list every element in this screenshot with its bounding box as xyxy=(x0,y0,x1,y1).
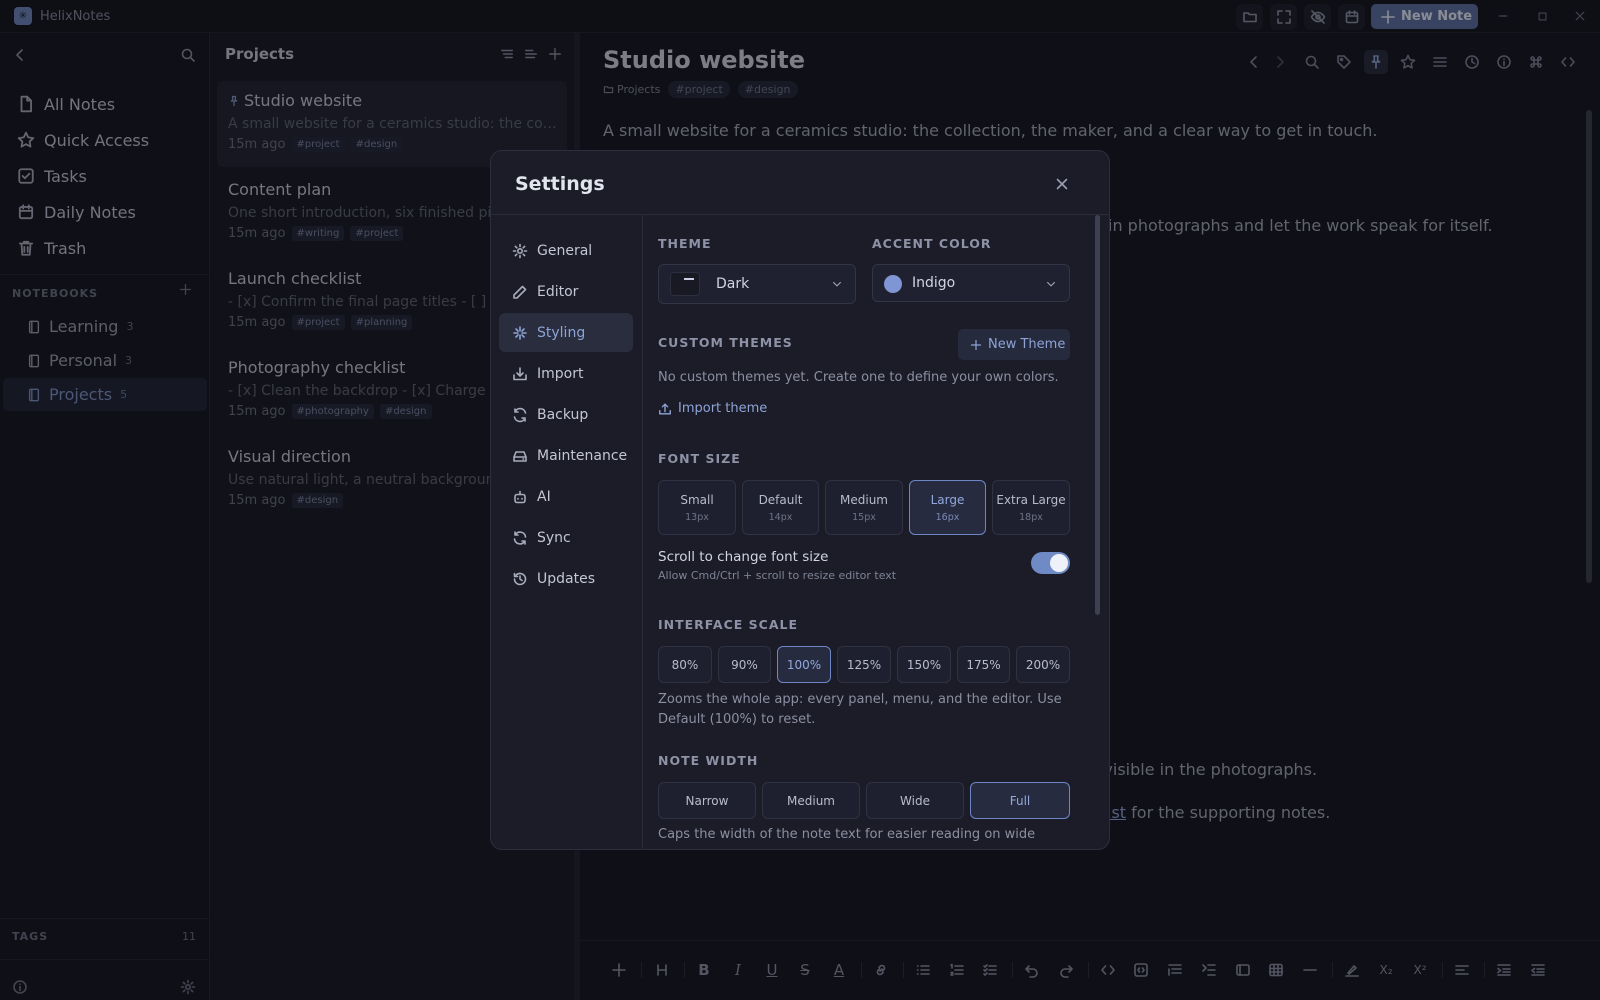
plus-icon xyxy=(970,339,982,350)
note-width-option-label: Wide xyxy=(900,793,930,808)
theme-label: THEME xyxy=(658,236,712,251)
note-width-label: NOTE WIDTH xyxy=(658,753,759,768)
scale-option-125[interactable]: 125% xyxy=(837,646,891,683)
toggle-knob xyxy=(1050,554,1068,572)
scale-option-90[interactable]: 90% xyxy=(718,646,771,683)
pencil-icon xyxy=(513,285,527,299)
scale-option-label: 80% xyxy=(671,657,699,672)
font-size-option-px: 18px xyxy=(1019,511,1043,523)
import-theme-label: Import theme xyxy=(678,401,768,416)
font-size-option-px: 16px xyxy=(935,511,960,523)
note-width-option-medium[interactable]: Medium xyxy=(762,782,860,819)
font-size-option-px: 14px xyxy=(768,511,793,523)
note-width-option-label: Narrow xyxy=(685,793,729,808)
settings-nav-maintenance[interactable]: Maintenance xyxy=(499,436,633,475)
chevron-down-icon xyxy=(1047,281,1055,287)
settings-nav-label: Styling xyxy=(537,324,586,341)
note-width-option-label: Medium xyxy=(787,793,835,808)
scale-option-175[interactable]: 175% xyxy=(957,646,1010,683)
drive-icon xyxy=(513,450,527,462)
theme-value: Dark xyxy=(716,276,750,292)
scale-option-label: 175% xyxy=(966,657,1001,672)
font-size-label: FONT SIZE xyxy=(658,451,741,466)
settings-nav-label: Updates xyxy=(537,570,595,587)
scale-option-label: 125% xyxy=(846,657,882,672)
settings-nav-label: Backup xyxy=(537,406,589,423)
settings-scrollbar[interactable] xyxy=(1095,215,1100,615)
note-width-option-wide[interactable]: Wide xyxy=(866,782,964,819)
new-theme-button[interactable]: New Theme xyxy=(958,329,1070,360)
font-size-option-large[interactable]: Large 16px xyxy=(909,480,986,535)
backup-icon xyxy=(513,407,527,422)
scale-option-label: 100% xyxy=(786,657,822,672)
font-size-option-small[interactable]: Small 13px xyxy=(658,480,736,535)
settings-nav-label: General xyxy=(537,242,593,259)
custom-themes-label: CUSTOM THEMES xyxy=(658,335,793,350)
import-theme-link[interactable]: Import theme xyxy=(658,401,767,416)
settings-nav: General Editor Styling Import Backup Mai… xyxy=(491,215,643,849)
scale-option-100[interactable]: 100% xyxy=(777,646,831,683)
new-theme-label: New Theme xyxy=(988,337,1066,352)
note-width-option-full[interactable]: Full xyxy=(970,782,1070,819)
settings-nav-label: Editor xyxy=(537,283,579,300)
settings-nav-updates[interactable]: Updates xyxy=(499,559,633,598)
font-size-option-medium[interactable]: Medium 15px xyxy=(825,480,903,535)
accent-color-label: ACCENT COLOR xyxy=(872,236,992,251)
settings-nav-editor[interactable]: Editor xyxy=(499,272,633,311)
theme-swatch-icon xyxy=(670,272,700,296)
font-size-option-px: 15px xyxy=(852,511,876,523)
chevron-down-icon xyxy=(833,281,841,287)
history-icon xyxy=(513,572,527,585)
scroll-font-size-toggle[interactable] xyxy=(1031,552,1070,574)
settings-nav-label: Sync xyxy=(537,529,571,546)
settings-nav-backup[interactable]: Backup xyxy=(499,395,633,434)
interface-scale-desc: Zooms the whole app: every panel, menu, … xyxy=(658,692,1062,727)
note-width-option-narrow[interactable]: Narrow xyxy=(658,782,756,819)
note-width-option-label: Full xyxy=(1009,793,1031,808)
accent-swatch-icon xyxy=(884,275,902,293)
scale-option-200[interactable]: 200% xyxy=(1016,646,1070,683)
accent-value: Indigo xyxy=(912,275,956,291)
font-size-option-label: Extra Large xyxy=(996,492,1066,507)
accent-color-select[interactable]: Indigo xyxy=(872,264,1070,302)
font-size-option-label: Medium xyxy=(840,492,888,507)
font-size-option-label: Default xyxy=(758,492,803,507)
font-size-option-default[interactable]: Default 14px xyxy=(742,480,819,535)
settings-nav-label: Import xyxy=(537,365,584,382)
font-size-option-px: 13px xyxy=(685,511,709,523)
settings-nav-label: Maintenance xyxy=(537,447,628,464)
robot-icon xyxy=(514,490,526,503)
settings-nav-general[interactable]: General xyxy=(499,231,633,270)
sync-icon xyxy=(513,530,527,545)
font-size-option-extra-large[interactable]: Extra Large 18px xyxy=(992,480,1070,535)
import-icon xyxy=(513,366,527,380)
settings-dialog: Settings General Editor Styling Import B… xyxy=(490,150,1110,850)
font-size-option-label: Large xyxy=(930,492,965,507)
dialog-title: Settings xyxy=(515,173,605,195)
custom-themes-empty: No custom themes yet. Create one to defi… xyxy=(658,370,1059,385)
settings-nav-ai[interactable]: AI xyxy=(499,477,633,516)
upload-icon xyxy=(659,402,671,415)
note-width-desc: Caps the width of the note text for easi… xyxy=(658,827,1036,842)
theme-select[interactable]: Dark xyxy=(658,264,856,304)
settings-content: THEME Dark ACCENT COLOR Indigo CUSTOM TH… xyxy=(644,215,1109,849)
interface-scale-label: INTERFACE SCALE xyxy=(658,617,798,632)
scale-option-150[interactable]: 150% xyxy=(897,646,951,683)
scale-option-80[interactable]: 80% xyxy=(658,646,712,683)
settings-nav-import[interactable]: Import xyxy=(499,354,633,393)
sparkle-icon xyxy=(513,325,527,340)
scale-option-label: 90% xyxy=(731,657,758,672)
scroll-font-size-desc: Allow Cmd/Ctrl + scroll to resize editor… xyxy=(658,569,897,582)
settings-nav-styling[interactable]: Styling xyxy=(499,313,633,352)
close-icon[interactable] xyxy=(1051,173,1073,195)
settings-nav-sync[interactable]: Sync xyxy=(499,518,633,557)
gear-icon xyxy=(512,243,528,258)
settings-nav-label: AI xyxy=(537,488,551,505)
scroll-font-size-title: Scroll to change font size xyxy=(658,549,829,565)
scale-option-label: 150% xyxy=(906,657,942,672)
scale-option-label: 200% xyxy=(1025,657,1061,672)
font-size-option-label: Small xyxy=(680,492,714,507)
